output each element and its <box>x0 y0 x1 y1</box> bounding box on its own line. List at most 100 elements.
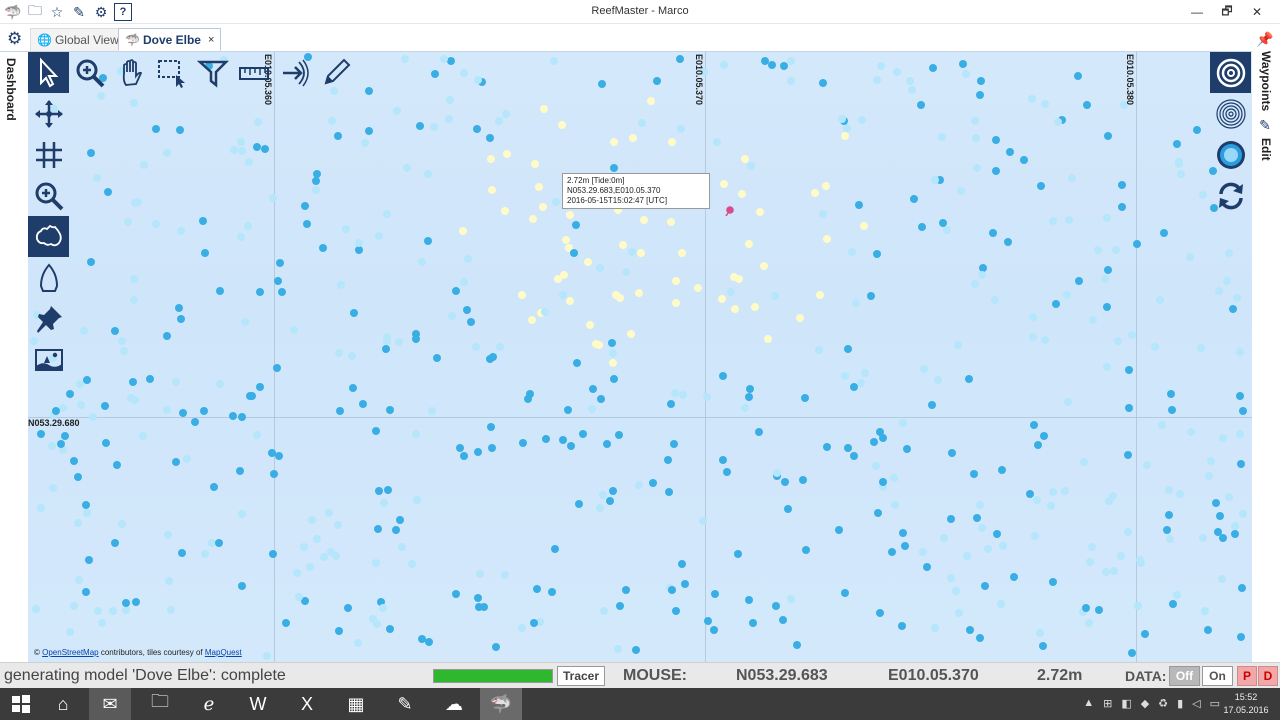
sounding-point <box>1135 555 1144 564</box>
tray-acrobat-icon[interactable]: ◆ <box>1141 697 1149 710</box>
tab-dove-elbe[interactable]: 🦈 Dove Elbe × <box>118 28 222 51</box>
cloud-app-icon[interactable]: ☁ <box>433 688 475 720</box>
tray-sync-icon[interactable]: ♻ <box>1158 697 1168 710</box>
sounding-point <box>566 211 575 220</box>
sounding-point <box>745 384 754 393</box>
map-pin-icon[interactable] <box>725 206 735 216</box>
minimize-button[interactable]: — <box>1182 2 1212 22</box>
select-tool[interactable] <box>28 52 69 93</box>
sounding-point <box>840 589 849 598</box>
contour-lines-tool[interactable] <box>1210 93 1251 134</box>
start-icon[interactable] <box>0 688 42 720</box>
sounding-point <box>100 402 109 411</box>
tracer-button[interactable]: Tracer <box>557 666 605 686</box>
sounding-point <box>841 371 850 380</box>
ruler-icon <box>238 66 269 80</box>
sounding-point <box>238 413 247 422</box>
refresh-tool[interactable] <box>1210 175 1251 216</box>
sounding-point <box>459 277 468 286</box>
map-view[interactable]: E010.05.360 E010.05.370 E010.05.380 N053… <box>28 52 1252 662</box>
zoom-tool[interactable] <box>69 52 110 93</box>
grid-tool[interactable] <box>28 134 69 175</box>
sounding-point <box>1085 558 1094 567</box>
sounding-point <box>392 525 400 534</box>
excel-icon[interactable]: X <box>286 688 328 720</box>
sounding-point <box>423 236 432 245</box>
sounding-point <box>446 95 455 104</box>
sounding-point <box>1236 347 1245 356</box>
tab-global-view[interactable]: 🌐 Global View <box>30 28 126 51</box>
sounding-point <box>558 121 567 130</box>
sounding-point <box>1155 295 1164 304</box>
tray-volume-icon[interactable]: ◁ <box>1192 697 1200 710</box>
sounding-point <box>823 234 832 243</box>
grid-line-latitude <box>28 417 1252 418</box>
mapquest-link[interactable]: MapQuest <box>205 648 242 657</box>
paint-icon[interactable]: ✎ <box>384 688 426 720</box>
edge-icon[interactable]: ℯ <box>188 688 230 720</box>
sounding-point <box>417 257 426 266</box>
outlook-icon[interactable]: ✉ <box>89 688 131 720</box>
tray-chevron-icon[interactable]: ▲ <box>1083 697 1094 710</box>
home-icon[interactable]: ⌂ <box>42 688 84 720</box>
boat-tool[interactable] <box>28 257 69 298</box>
sounding-point <box>237 146 246 155</box>
tray-battery-icon[interactable]: ▮ <box>1177 697 1183 710</box>
tab-close-icon[interactable]: × <box>208 34 214 46</box>
close-button[interactable]: ✕ <box>1242 2 1272 22</box>
tray-app-icon[interactable]: ◧ <box>1121 697 1131 710</box>
sounding-point <box>1109 567 1118 576</box>
measure-tool[interactable] <box>233 52 274 93</box>
sonar-point-tool[interactable] <box>1210 134 1251 175</box>
sounding-point <box>162 405 171 414</box>
shape-outline-tool[interactable] <box>28 216 69 257</box>
data-off-button[interactable]: Off <box>1169 666 1200 686</box>
sounding-point <box>385 624 394 633</box>
sounding-point <box>244 221 253 230</box>
d-button[interactable]: D <box>1258 666 1278 686</box>
sounding-point <box>1235 392 1244 401</box>
word-icon[interactable]: W <box>237 688 279 720</box>
sounding-point <box>866 291 875 300</box>
trace-tool[interactable] <box>274 52 315 93</box>
sounding-point <box>1205 472 1214 481</box>
waypoint-pin-tool[interactable] <box>28 298 69 339</box>
zoom-extents-tool[interactable] <box>28 175 69 216</box>
dashboard-panel-tab[interactable]: Dashboard <box>0 52 28 664</box>
sounding-point <box>334 520 343 529</box>
sounding-point <box>489 353 498 362</box>
sounding-point <box>681 579 690 588</box>
tray-windows-icon[interactable]: ⊞ <box>1103 697 1112 710</box>
pan-tool[interactable] <box>110 52 151 93</box>
sounding-point <box>1060 487 1069 496</box>
contour-ring-tool[interactable] <box>1210 52 1251 93</box>
sounding-point <box>747 162 756 171</box>
sounding-point <box>1215 286 1224 295</box>
sounding-tooltip: 2.72m [Tide:0m] N053.29.683,E010.05.370 … <box>562 173 710 209</box>
p-button[interactable]: P <box>1237 666 1257 686</box>
waypoints-panel-tab[interactable]: 📌 Waypoints <box>1258 30 1274 111</box>
sounding-point <box>579 430 588 439</box>
sounding-point <box>487 185 496 194</box>
draw-tool[interactable] <box>315 52 356 93</box>
explorer-icon[interactable]: 🗀 <box>139 688 181 720</box>
move-tool[interactable] <box>28 93 69 134</box>
box-select-tool[interactable] <box>151 52 192 93</box>
sounding-point <box>1168 600 1177 609</box>
sounding-point <box>215 287 224 296</box>
sounding-point <box>175 304 184 313</box>
openstreetmap-link[interactable]: OpenStreetMap <box>42 648 98 657</box>
taskbar-clock[interactable]: 15:52 17.05.2016 <box>1218 691 1274 717</box>
restore-button[interactable]: 🗗 <box>1212 2 1242 22</box>
sounding-point <box>201 249 210 258</box>
filter-tool[interactable] <box>192 52 233 93</box>
image-tool[interactable] <box>28 339 69 380</box>
calculator-icon[interactable]: ▦ <box>335 688 377 720</box>
sounding-point <box>749 618 758 627</box>
sounding-point <box>890 473 899 482</box>
sounding-point <box>849 382 858 391</box>
data-on-button[interactable]: On <box>1202 666 1233 686</box>
dashboard-gear-icon[interactable]: ⚙ <box>7 29 22 49</box>
edit-panel-tab[interactable]: ✎ Edit <box>1258 118 1274 161</box>
reefmaster-taskbar-icon[interactable]: 🦈 <box>480 688 522 720</box>
